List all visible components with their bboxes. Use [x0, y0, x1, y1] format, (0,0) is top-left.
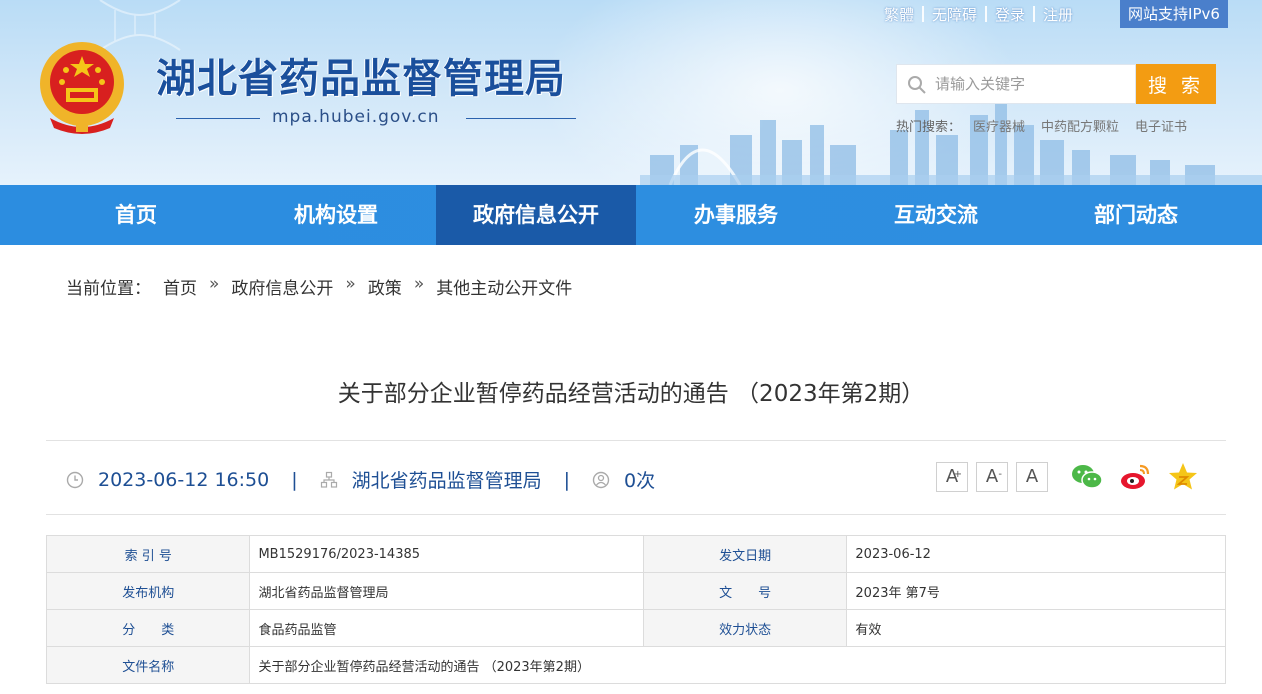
- nav-item-interaction[interactable]: 互动交流: [836, 185, 1036, 245]
- table-value: MB1529176/2023-14385: [249, 535, 644, 573]
- table-value: 湖北省药品监督管理局: [249, 572, 644, 610]
- share-buttons: [1070, 460, 1214, 494]
- accessibility-link[interactable]: 无障碍: [924, 4, 985, 25]
- table-row: 发布机构 湖北省药品监督管理局 文 号 2023年 第7号: [45, 572, 1226, 610]
- table-label: 发布机构: [45, 572, 251, 610]
- table-label: 发文日期: [642, 535, 848, 573]
- meta-separator: |: [291, 468, 298, 491]
- site-domain: mpa.hubei.gov.cn: [176, 106, 576, 130]
- breadcrumb-item-policy[interactable]: 政策: [368, 274, 402, 299]
- table-value: 关于部分企业暂停药品经营活动的通告 （2023年第2期）: [249, 646, 1226, 684]
- nav-item-home[interactable]: 首页: [36, 185, 236, 245]
- site-title: 湖北省药品监督管理局: [156, 56, 566, 102]
- table-label: 文 号: [642, 572, 848, 610]
- hot-search-item[interactable]: 医疗器械: [973, 116, 1025, 135]
- font-size-label: A: [1025, 466, 1039, 487]
- search-icon: [908, 76, 926, 94]
- table-label: 分 类: [45, 609, 251, 647]
- search-input[interactable]: [935, 65, 1131, 103]
- skyline-decoration: [640, 95, 1262, 185]
- register-link[interactable]: 注册: [1035, 4, 1081, 25]
- org-icon: [320, 471, 337, 488]
- favorite-star-icon[interactable]: [1166, 460, 1200, 494]
- breadcrumb-label: 当前位置：: [66, 279, 151, 299]
- ipv6-badge: 网站支持IPv6: [1120, 0, 1228, 28]
- meta-separator: |: [563, 468, 571, 491]
- table-label: 索 引 号: [45, 535, 251, 573]
- divider: [46, 514, 1226, 515]
- wechat-icon[interactable]: [1070, 460, 1104, 494]
- breadcrumb-separator: »: [345, 274, 356, 294]
- weibo-icon[interactable]: [1118, 460, 1152, 494]
- font-size-controls: A + A - A: [936, 462, 1056, 492]
- table-row: 索 引 号 MB1529176/2023-14385 发文日期 2023-06-…: [45, 535, 1226, 573]
- login-link[interactable]: 登录: [987, 4, 1033, 25]
- document-info-table: 索 引 号 MB1529176/2023-14385 发文日期 2023-06-…: [45, 535, 1226, 684]
- font-size-label: A: [985, 466, 999, 487]
- font-size-increase-button[interactable]: A +: [936, 462, 968, 492]
- hot-search-label: 热门搜索：: [896, 120, 962, 135]
- domain-line-right: [466, 118, 576, 119]
- hot-search: 热门搜索： 医疗器械 中药配方颗粒 电子证书: [896, 116, 1203, 135]
- separator: [1033, 6, 1036, 22]
- main-nav: 首页 机构设置 政府信息公开 办事服务 互动交流 部门动态: [0, 185, 1262, 245]
- breadcrumb-item-other-files[interactable]: 其他主动公开文件: [436, 274, 572, 299]
- table-value: 2023-06-12: [846, 535, 1226, 573]
- font-size-default-button[interactable]: A: [1016, 462, 1048, 492]
- breadcrumb-item-home[interactable]: 首页: [163, 274, 197, 299]
- separator: [922, 6, 925, 22]
- article-title: 关于部分企业暂停药品经营活动的通告 （2023年第2期）: [337, 381, 925, 407]
- nav-item-gov-info[interactable]: 政府信息公开: [436, 185, 636, 245]
- publish-date: 2023-06-12 16:50: [98, 468, 270, 491]
- table-label: 文件名称: [45, 646, 251, 684]
- site-header: 湖北省药品监督管理局 mpa.hubei.gov.cn 繁體 无障碍 登录 注册…: [0, 0, 1262, 185]
- breadcrumb: 当前位置： 首页 » 政府信息公开 » 政策 » 其他主动公开文件: [66, 274, 584, 299]
- nav-item-news[interactable]: 部门动态: [1036, 185, 1236, 245]
- table-value: 2023年 第7号: [846, 572, 1226, 610]
- nav-item-organization[interactable]: 机构设置: [236, 185, 436, 245]
- breadcrumb-item-gov-info[interactable]: 政府信息公开: [231, 274, 333, 299]
- search-button[interactable]: 搜 索: [1136, 64, 1216, 104]
- domain-line-left: [176, 118, 260, 119]
- national-emblem-icon: [40, 42, 124, 134]
- nav-item-services[interactable]: 办事服务: [636, 185, 836, 245]
- top-links: 繁體 无障碍 登录 注册: [876, 0, 1081, 28]
- table-row: 分 类 食品药品监管 效力状态 有效: [45, 609, 1226, 647]
- clock-icon: [66, 471, 84, 488]
- font-size-plus-mark: +: [953, 469, 962, 480]
- traditional-chinese-link[interactable]: 繁體: [876, 4, 922, 25]
- separator: [985, 6, 988, 22]
- search-box: [896, 64, 1136, 104]
- divider: [46, 440, 1226, 441]
- table-value: 食品药品监管: [249, 609, 644, 647]
- hot-search-item[interactable]: 中药配方颗粒: [1041, 116, 1119, 135]
- table-label: 效力状态: [642, 609, 848, 647]
- table-value: 有效: [846, 609, 1226, 647]
- publisher: 湖北省药品监督管理局: [351, 470, 542, 492]
- breadcrumb-separator: »: [413, 274, 425, 294]
- font-size-decrease-button[interactable]: A -: [976, 462, 1008, 492]
- font-size-minus-mark: -: [998, 469, 1002, 480]
- user-views-icon: [592, 471, 610, 488]
- table-row: 文件名称 关于部分企业暂停药品经营活动的通告 （2023年第2期）: [45, 646, 1226, 684]
- article-meta: 2023-06-12 16:50 | 湖北省药品监督管理局 | 0次: [66, 466, 655, 493]
- view-count: 0次: [624, 470, 656, 492]
- breadcrumb-separator: »: [209, 274, 220, 294]
- domain-text: mpa.hubei.gov.cn: [272, 107, 440, 127]
- hot-search-item[interactable]: 电子证书: [1135, 116, 1187, 135]
